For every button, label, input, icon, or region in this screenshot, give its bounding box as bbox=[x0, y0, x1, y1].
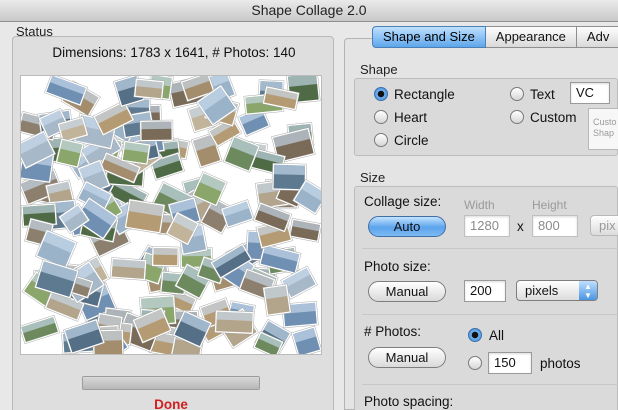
collage-photo-thumbnail bbox=[109, 257, 147, 281]
shape-text-input[interactable]: VC bbox=[570, 82, 610, 104]
collage-photo-thumbnail bbox=[124, 198, 166, 235]
radio-custom[interactable] bbox=[510, 110, 524, 124]
progress-bar-fill bbox=[83, 377, 259, 389]
auto-button[interactable]: Auto bbox=[368, 216, 446, 237]
photos-count-label: # Photos: bbox=[364, 324, 422, 339]
radio-heart-label: Heart bbox=[394, 110, 428, 125]
collage-photo-thumbnail bbox=[120, 140, 151, 166]
collage-photo-thumbnail bbox=[133, 77, 165, 101]
photos-count-input[interactable]: 150 bbox=[488, 352, 532, 374]
photo-size-unit-select[interactable]: pixels ▲ ▼ bbox=[516, 280, 598, 301]
radio-photos-all-label: All bbox=[489, 328, 505, 343]
width-label: Width bbox=[464, 198, 495, 212]
height-label: Height bbox=[532, 198, 567, 212]
collage-photo-thumbnail bbox=[262, 283, 292, 317]
collage-photo-thumbnail bbox=[288, 217, 321, 243]
collage-photo-thumbnail bbox=[214, 309, 255, 335]
photo-size-manual-button[interactable]: Manual bbox=[368, 281, 446, 302]
size-section-title: Size bbox=[360, 170, 386, 185]
tab-shape-and-size[interactable]: Shape and Size bbox=[372, 26, 486, 48]
tab-appearance[interactable]: Appearance bbox=[485, 26, 577, 48]
photo-size-label: Photo size: bbox=[364, 259, 431, 274]
collage-photo-thumbnail bbox=[21, 314, 61, 345]
status-title: Status bbox=[16, 24, 53, 39]
photo-size-unit-value: pixels bbox=[525, 283, 559, 298]
radio-text[interactable] bbox=[510, 87, 524, 101]
radio-circle-label: Circle bbox=[394, 133, 429, 148]
photos-unit-label: photos bbox=[540, 356, 581, 371]
times-symbol: x bbox=[517, 219, 524, 234]
size-divider-1 bbox=[362, 248, 618, 249]
radio-rectangle-label: Rectangle bbox=[394, 87, 455, 102]
up-down-arrows-icon: ▲ ▼ bbox=[579, 281, 597, 300]
photos-manual-button[interactable]: Manual bbox=[368, 347, 446, 368]
height-input[interactable]: 800 bbox=[532, 215, 578, 237]
radio-heart[interactable] bbox=[374, 110, 388, 124]
custom-shape-drop-area[interactable]: Custo Shap bbox=[588, 108, 618, 150]
size-divider-3 bbox=[362, 384, 618, 385]
radio-custom-label: Custom bbox=[530, 110, 577, 125]
collage-size-label: Collage size: bbox=[364, 194, 442, 209]
collage-photo-thumbnail bbox=[151, 246, 180, 267]
collage-preview-image bbox=[21, 76, 321, 354]
shape-section-title: Shape bbox=[360, 62, 398, 77]
size-divider-2 bbox=[362, 314, 618, 315]
tab-advanced[interactable]: Adv bbox=[576, 26, 618, 48]
status-done-label: Done bbox=[154, 397, 188, 410]
radio-rectangle[interactable] bbox=[374, 87, 388, 101]
collage-unit-select[interactable]: pix bbox=[590, 215, 618, 236]
dimensions-readout: Dimensions: 1783 x 1641, # Photos: 140 bbox=[52, 45, 296, 60]
radio-text-label: Text bbox=[530, 87, 555, 102]
collage-preview bbox=[20, 75, 322, 355]
window-title: Shape Collage 2.0 bbox=[0, 0, 618, 22]
collage-photo-thumbnail bbox=[139, 119, 174, 142]
photo-size-input[interactable]: 200 bbox=[464, 280, 506, 302]
width-input[interactable]: 1280 bbox=[464, 215, 510, 237]
tab-bar: Shape and Size Appearance Adv bbox=[372, 26, 618, 48]
progress-bar bbox=[82, 376, 260, 390]
radio-circle[interactable] bbox=[374, 133, 388, 147]
photo-spacing-label: Photo spacing: bbox=[364, 394, 454, 409]
collage-photo-thumbnail bbox=[290, 325, 321, 354]
radio-photos-all[interactable] bbox=[468, 328, 482, 342]
radio-photos-count[interactable] bbox=[468, 356, 482, 370]
